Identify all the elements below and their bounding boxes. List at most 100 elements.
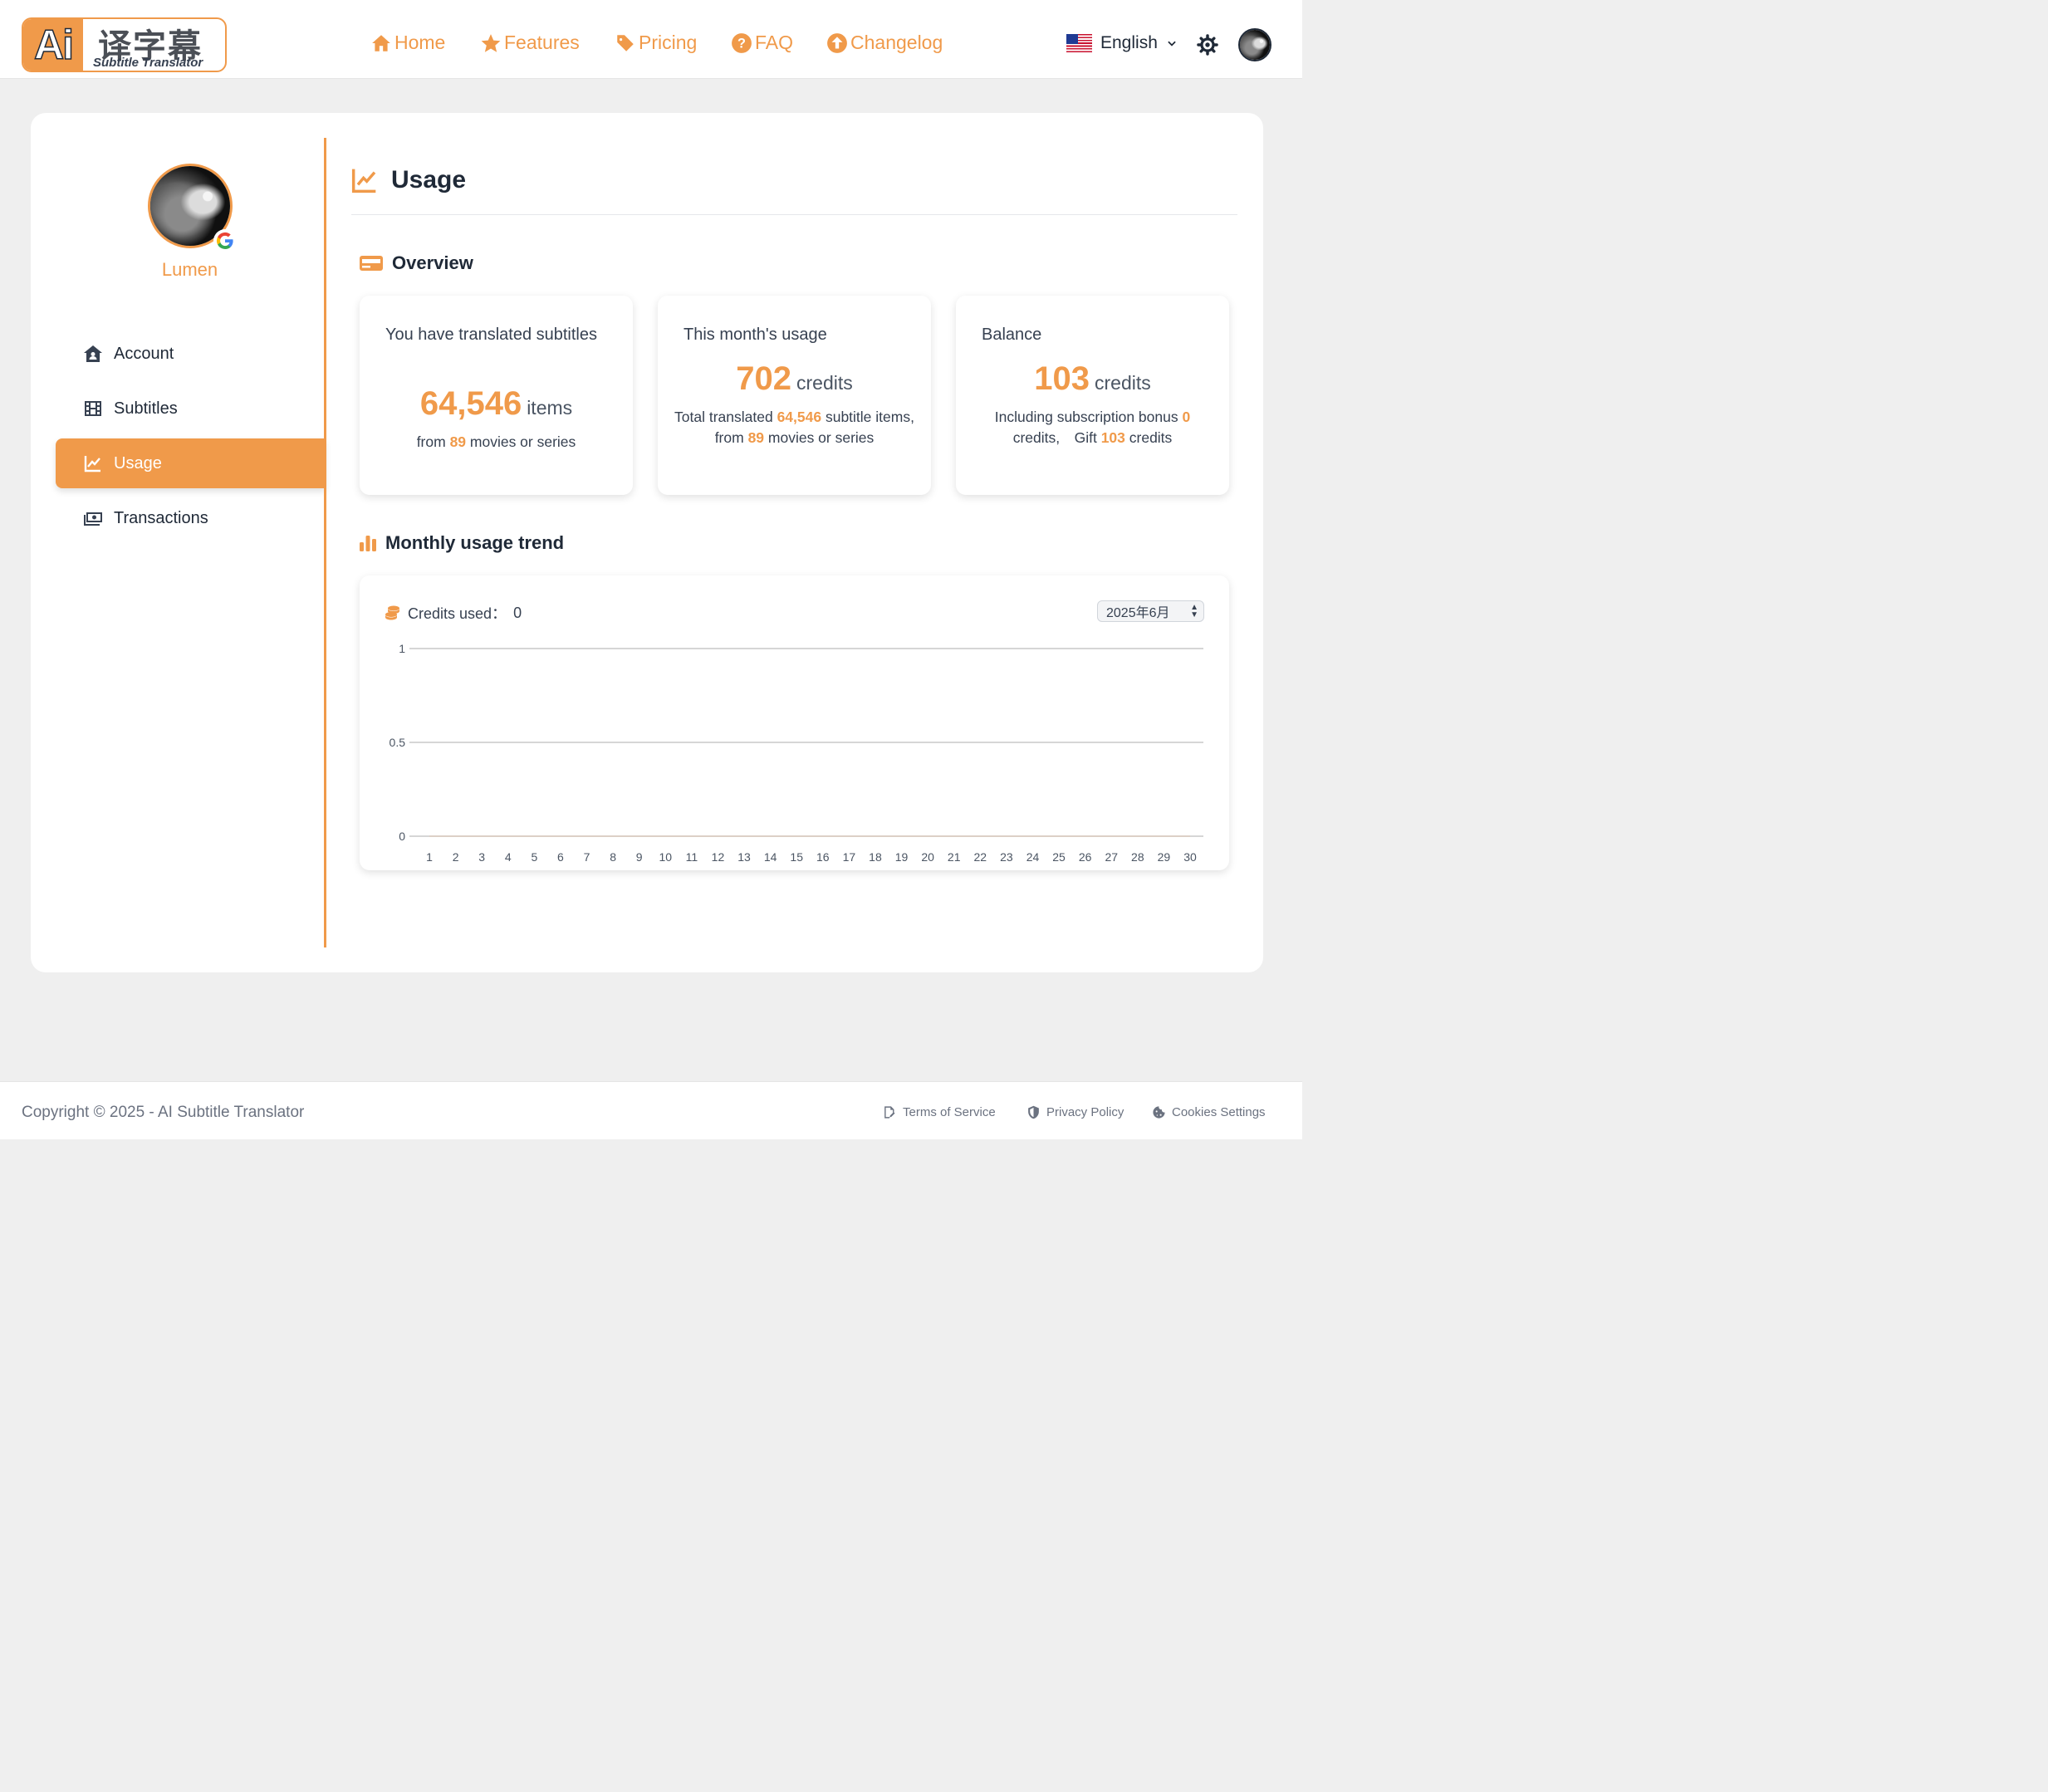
stat-title: Balance	[982, 326, 1042, 344]
x-tick-label: 20	[921, 850, 934, 864]
site-logo[interactable]: Ai 译字幕 Subtitle Translator	[22, 17, 227, 72]
x-tick-label: 25	[1052, 850, 1066, 864]
x-tick-label: 18	[869, 850, 882, 864]
nav-home-label: Home	[394, 32, 446, 53]
y-tick-label: 1	[399, 642, 405, 655]
stat-number: 103	[1034, 360, 1090, 397]
nav-faq-label: FAQ	[755, 32, 794, 53]
x-tick-label: 14	[764, 850, 777, 864]
stat-unit: items	[527, 397, 573, 419]
overview-heading-text: Overview	[392, 252, 473, 273]
x-tick-label: 9	[636, 850, 643, 864]
x-tick-label: 26	[1079, 850, 1092, 864]
x-tick-label: 29	[1158, 850, 1171, 864]
x-tick-label: 16	[816, 850, 830, 864]
us-flag-icon	[1066, 34, 1092, 52]
stat-value: 103 credits	[956, 360, 1229, 398]
chart-line-icon	[84, 456, 100, 472]
nav-home[interactable]: Home	[370, 32, 445, 54]
page-title: Usage	[351, 166, 466, 194]
theme-settings-gear-icon[interactable]	[1197, 34, 1218, 56]
cookies-link[interactable]: Cookies Settings	[1152, 1105, 1266, 1119]
stat-number: 702	[736, 360, 791, 397]
stat-value: 702 credits	[658, 360, 931, 398]
x-tick-label: 27	[1105, 850, 1118, 864]
sidebar-item-label: Usage	[114, 453, 162, 472]
nav-faq[interactable]: ? FAQ	[731, 32, 793, 54]
arrow-up-circle-icon	[827, 32, 847, 53]
tag-icon	[617, 34, 634, 51]
terms-link-label: Terms of Service	[903, 1105, 996, 1119]
y-tick-label: 0	[399, 830, 405, 843]
google-icon	[213, 229, 237, 252]
x-tick-label: 22	[974, 850, 987, 864]
stat-title: This month's usage	[683, 326, 827, 344]
x-tick-label: 1	[426, 850, 433, 864]
nav-pricing[interactable]: Pricing	[615, 32, 697, 54]
user-avatar-menu[interactable]	[1238, 28, 1271, 61]
stat-value: 64,546 items	[360, 385, 633, 423]
star-icon	[481, 33, 501, 52]
cookies-link-label: Cookies Settings	[1172, 1105, 1266, 1119]
x-tick-label: 12	[712, 850, 725, 864]
x-tick-label: 4	[505, 850, 512, 864]
stat-card-monthly-usage: This month's usage 702 credits Total tran…	[658, 296, 931, 495]
usage-chart-card: Credits used： 0 2025年6月 ▲ ▼ 1 0.5 0 1 2 3 4 5 6 7 8 9…	[360, 575, 1229, 870]
logo-english-text: Subtitle Translator	[93, 56, 203, 70]
question-circle-icon: ?	[732, 32, 752, 53]
copyright-text: Copyright © 2025 - AI Subtitle Translato…	[22, 1104, 305, 1121]
x-tick-label: 7	[584, 850, 590, 864]
account-panel: Lumen Account Subtitles Usage Transactio…	[31, 113, 1263, 972]
x-tick-label: 30	[1183, 850, 1197, 864]
x-tick-label: 21	[948, 850, 961, 864]
x-tick-label: 17	[843, 850, 856, 864]
stat-title: You have translated subtitles	[385, 326, 597, 344]
chart-line-icon	[351, 169, 376, 193]
y-tick-label: 0.5	[390, 736, 406, 749]
x-tick-label: 15	[790, 850, 803, 864]
trend-heading-text: Monthly usage trend	[385, 532, 565, 553]
cookie-icon	[1153, 1106, 1165, 1119]
sidebar-item-label: Account	[114, 344, 174, 363]
stat-description: Total translated 64,546 subtitle items, …	[674, 409, 929, 446]
title-divider	[351, 214, 1237, 215]
logo-ai-mark: Ai	[23, 19, 83, 71]
x-tick-label: 24	[1026, 850, 1040, 864]
privacy-link-label: Privacy Policy	[1046, 1105, 1124, 1119]
user-name: Lumen	[161, 259, 218, 280]
logo-text: 译字幕 Subtitle Translator	[83, 19, 225, 71]
usage-line-chart: 10.501 2 3 4 5 6 7 8 9 10 11 12 13 14 15 16 17 18 19 20 21 22…	[390, 642, 1203, 864]
sidebar-item-label: Subtitles	[114, 399, 178, 418]
sidebar-item-subtitles[interactable]: Subtitles	[56, 384, 326, 433]
sidebar-divider	[324, 138, 326, 947]
stat-description: from 89 movies or series	[416, 433, 576, 450]
nav-features-label: Features	[504, 32, 580, 53]
x-tick-label: 6	[557, 850, 564, 864]
home-icon	[372, 34, 390, 51]
privacy-link[interactable]: Privacy Policy	[1026, 1105, 1124, 1119]
x-tick-label: 13	[737, 850, 751, 864]
nav-changelog[interactable]: Changelog	[826, 32, 943, 54]
avatar-image	[1240, 30, 1270, 60]
bar-chart-icon	[360, 536, 376, 551]
nav-features[interactable]: Features	[480, 32, 580, 54]
stat-card-balance: Balance 103 credits Including subscriptio…	[956, 296, 1229, 495]
sidebar-item-account[interactable]: Account	[56, 329, 326, 379]
sidebar-item-label: Transactions	[114, 508, 208, 527]
language-selector[interactable]: English	[1066, 33, 1178, 53]
stat-unit: credits	[1095, 372, 1151, 394]
terms-link[interactable]: Terms of Service	[883, 1105, 996, 1119]
footer: Copyright © 2025 - AI Subtitle Translato…	[0, 1081, 1302, 1139]
x-tick-label: 28	[1131, 850, 1144, 864]
x-tick-label: 23	[1000, 850, 1013, 864]
x-tick-label: 8	[610, 850, 616, 864]
sidebar-item-transactions[interactable]: Transactions	[56, 493, 326, 543]
sidebar-item-usage[interactable]: Usage	[56, 438, 326, 488]
x-tick-label: 5	[531, 850, 537, 864]
x-tick-label: 11	[686, 850, 698, 864]
x-tick-label: 19	[895, 850, 909, 864]
shield-icon	[1028, 1105, 1039, 1119]
x-tick-label: 3	[478, 850, 485, 864]
x-tick-label: 10	[659, 850, 672, 864]
stat-unit: credits	[796, 372, 853, 394]
